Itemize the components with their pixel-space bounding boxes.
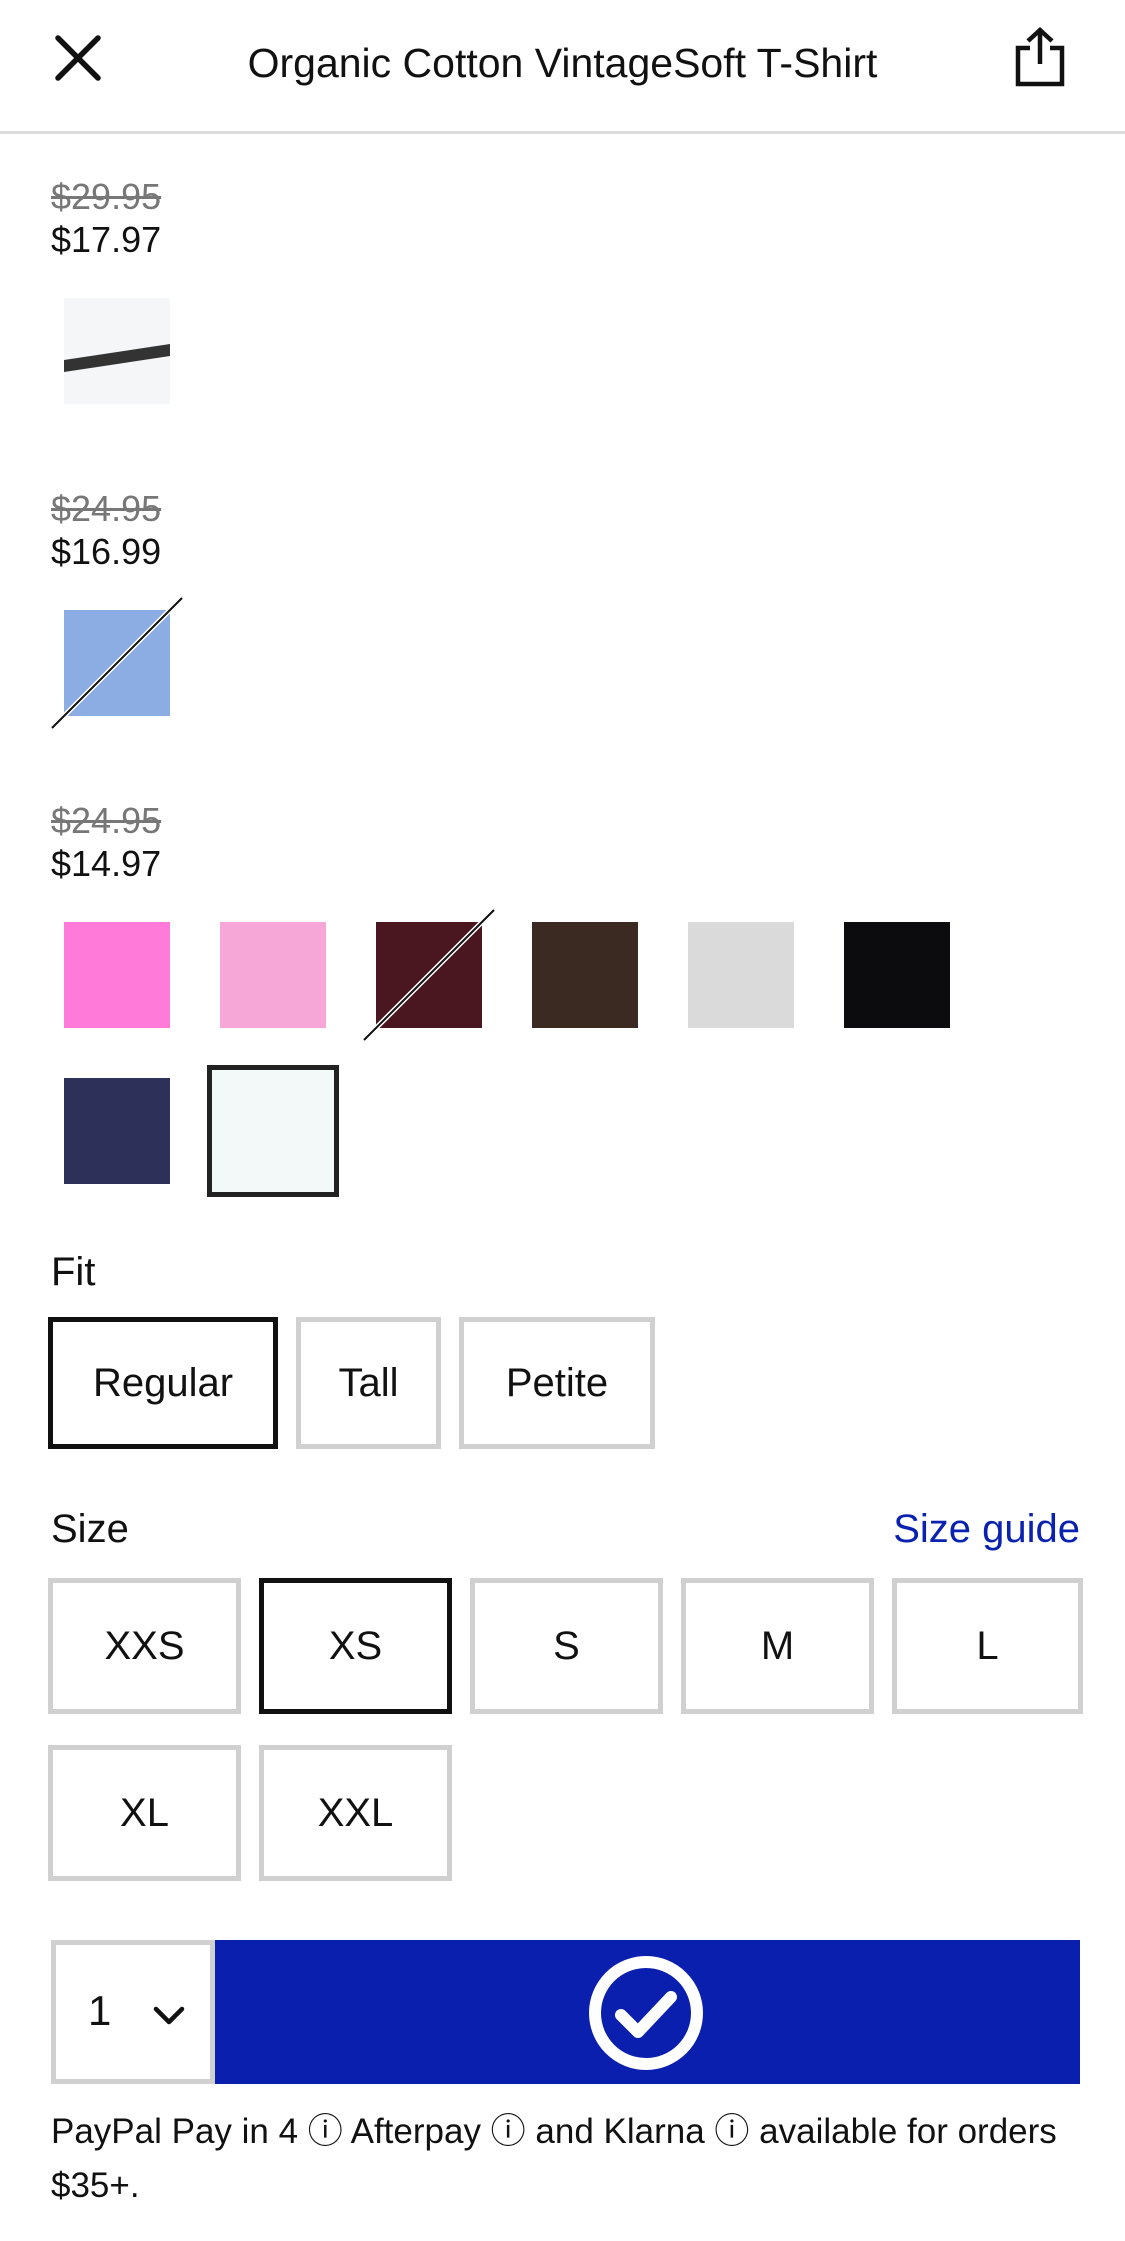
quantity-select[interactable]: 1 bbox=[51, 1940, 215, 2084]
color-swatch-hot-pink[interactable] bbox=[64, 922, 170, 1028]
size-option-xl[interactable]: XL bbox=[48, 1745, 241, 1881]
sale-price: $17.97 bbox=[51, 219, 162, 260]
fit-option-tall[interactable]: Tall bbox=[296, 1317, 441, 1449]
size-guide-link[interactable]: Size guide bbox=[893, 1507, 1080, 1552]
original-price: $29.95 bbox=[51, 176, 162, 217]
original-price: $24.95 bbox=[51, 800, 162, 841]
color-swatch-white-with-black-stripe[interactable] bbox=[64, 298, 170, 404]
size-option-xxl[interactable]: XXL bbox=[259, 1745, 452, 1881]
color-swatch-black[interactable] bbox=[844, 922, 950, 1028]
size-option-s[interactable]: S bbox=[470, 1578, 663, 1714]
size-option-m[interactable]: M bbox=[681, 1578, 874, 1714]
sale-price: $16.99 bbox=[51, 531, 162, 572]
page-title: Organic Cotton VintageSoft T-Shirt bbox=[247, 40, 878, 86]
payment-options-note: PayPal Pay in 4 ⓘ Afterpay ⓘ and Klarna … bbox=[51, 2112, 1057, 2205]
share-icon[interactable] bbox=[1014, 26, 1066, 88]
color-swatch-navy[interactable] bbox=[64, 1078, 170, 1184]
close-icon[interactable] bbox=[50, 30, 106, 86]
original-price: $24.95 bbox=[51, 488, 162, 529]
size-option-xs[interactable]: XS bbox=[259, 1578, 452, 1714]
color-swatch-white[interactable] bbox=[207, 1065, 339, 1197]
fit-option-petite[interactable]: Petite bbox=[459, 1317, 655, 1449]
color-swatch-burgundy[interactable] bbox=[376, 922, 482, 1028]
color-swatch-light-heather-gray[interactable] bbox=[688, 922, 794, 1028]
color-swatch-dark-brown[interactable] bbox=[532, 922, 638, 1028]
color-swatch-light-blue[interactable] bbox=[64, 610, 170, 716]
sale-price: $14.97 bbox=[51, 843, 162, 884]
size-option-l[interactable]: L bbox=[892, 1578, 1083, 1714]
size-option-xxs[interactable]: XXS bbox=[48, 1578, 241, 1714]
quantity-value: 1 bbox=[88, 1987, 112, 2034]
size-label: Size bbox=[51, 1507, 129, 1551]
fit-label: Fit bbox=[51, 1250, 96, 1294]
chevron-down-icon bbox=[153, 2006, 185, 2025]
fit-option-regular[interactable]: Regular bbox=[48, 1317, 278, 1449]
top-bar: Organic Cotton VintageSoft T-Shirt bbox=[0, 0, 1125, 134]
add-to-bag-button[interactable] bbox=[215, 1940, 1080, 2084]
check-circle-icon bbox=[589, 1956, 703, 2070]
color-swatch-light-pink[interactable] bbox=[220, 922, 326, 1028]
